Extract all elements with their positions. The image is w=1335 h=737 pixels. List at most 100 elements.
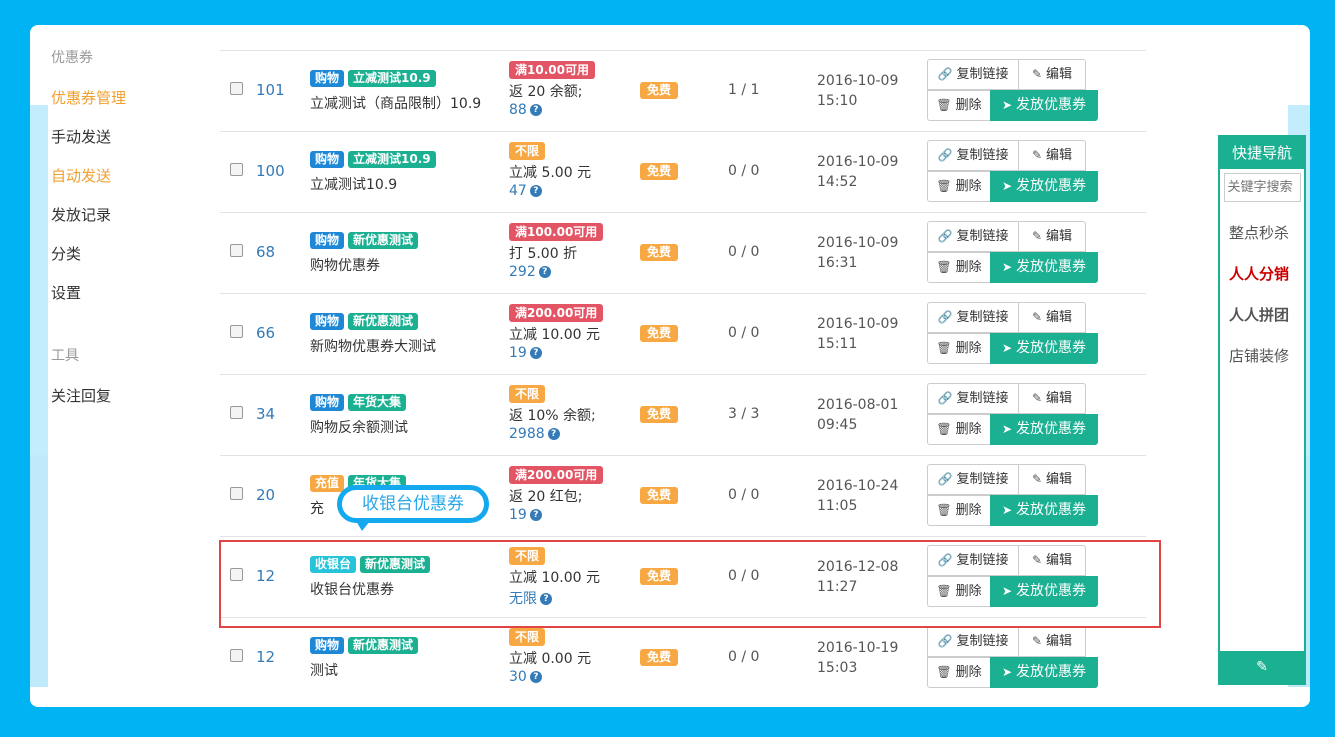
row-checkbox[interactable] (230, 325, 243, 338)
coupon-id[interactable]: 20 (256, 486, 275, 504)
link-icon: 🔗 (937, 634, 953, 648)
delete-button[interactable]: 🗑 删除 (927, 414, 991, 445)
coupon-name: 充 (310, 501, 324, 517)
coupon-tag: 购物 (310, 313, 345, 330)
coupon-remaining[interactable]: 88? (509, 102, 542, 118)
question-icon[interactable]: ? (529, 671, 542, 683)
edit-label: 编辑 (1046, 67, 1073, 82)
issue-coupon-button[interactable]: ➤ 发放优惠券 (990, 414, 1098, 445)
question-icon[interactable]: ? (547, 428, 560, 440)
row-checkbox[interactable] (230, 406, 243, 419)
callout-bubble: 收银台优惠券 (337, 485, 489, 523)
copy-link-label: 复制链接 (956, 472, 1009, 487)
coupon-created-at: 2016-10-19 15:03 (817, 638, 898, 678)
copy-link-button[interactable]: 🔗 复制链接 (927, 221, 1019, 252)
coupon-name: 购物反余额测试 (310, 420, 408, 436)
issue-coupon-button[interactable]: ➤ 发放优惠券 (990, 171, 1098, 202)
coupon-remaining[interactable]: 292? (509, 264, 551, 280)
coupon-remaining[interactable]: 30? (509, 669, 542, 685)
trash-icon: 🗑 (936, 260, 952, 274)
edit-button[interactable]: ✎ 编辑 (1018, 302, 1086, 333)
copy-link-button[interactable]: 🔗 复制链接 (927, 626, 1019, 657)
copy-link-button[interactable]: 🔗 复制链接 (927, 464, 1019, 495)
row-checkbox[interactable] (230, 649, 243, 662)
sidebar-item-category[interactable]: 分类 (51, 243, 81, 264)
quick-nav-item-flash-sale[interactable]: 整点秒杀 (1229, 222, 1304, 243)
sidebar-item-follow-reply[interactable]: 关注回复 (51, 385, 111, 406)
delete-button[interactable]: 🗑 删除 (927, 657, 991, 688)
coupon-id[interactable]: 12 (256, 648, 275, 666)
coupon-id[interactable]: 101 (256, 81, 285, 99)
delete-button[interactable]: 🗑 删除 (927, 90, 991, 121)
copy-link-button[interactable]: 🔗 复制链接 (927, 59, 1019, 90)
question-icon[interactable]: ? (538, 266, 551, 278)
copy-link-button[interactable]: 🔗 复制链接 (927, 140, 1019, 171)
coupon-id[interactable]: 68 (256, 243, 275, 261)
issue-coupon-button[interactable]: ➤ 发放优惠券 (990, 333, 1098, 364)
coupon-created-at: 2016-10-09 15:10 (817, 71, 898, 111)
copy-link-label: 复制链接 (956, 634, 1009, 649)
coupon-remaining[interactable]: 19? (509, 507, 542, 523)
created-date: 2016-10-24 (817, 478, 899, 494)
coupon-usage-count: 1 / 1 (728, 82, 760, 98)
quick-nav-item-shop-decor[interactable]: 店铺装修 (1229, 345, 1304, 366)
sidebar-item-settings[interactable]: 设置 (51, 282, 81, 303)
coupon-remaining[interactable]: 2988? (509, 426, 560, 442)
edit-button[interactable]: ✎ 编辑 (1018, 626, 1086, 657)
sidebar-section-coupons: 优惠券 (51, 50, 93, 66)
created-time: 16:31 (817, 255, 858, 271)
send-icon: ➤ (1001, 260, 1013, 274)
coupon-remaining[interactable]: 47? (509, 183, 542, 199)
issue-coupon-label: 发放优惠券 (1016, 259, 1087, 275)
delete-label: 删除 (955, 665, 982, 680)
coupon-cost-badge: 免费 (640, 406, 679, 423)
coupon-id[interactable]: 100 (256, 162, 285, 180)
quick-nav-item-distribution[interactable]: 人人分销 (1229, 263, 1304, 284)
edit-button[interactable]: ✎ 编辑 (1018, 140, 1086, 171)
copy-link-label: 复制链接 (956, 391, 1009, 406)
created-time: 15:03 (817, 660, 858, 676)
question-icon[interactable]: ? (529, 185, 542, 197)
issue-coupon-button[interactable]: ➤ 发放优惠券 (990, 657, 1098, 688)
question-icon[interactable]: ? (529, 509, 542, 521)
row-checkbox[interactable] (230, 244, 243, 257)
edit-button[interactable]: ✎ 编辑 (1018, 59, 1086, 90)
table-row: 12 购物 新优惠测试 测试 不限 立减 0.00 元 30? 免费 0 / 0 2016-10-… (220, 617, 1146, 698)
coupon-remaining[interactable]: 19? (509, 345, 542, 361)
delete-button[interactable]: 🗑 删除 (927, 495, 991, 526)
quick-nav-search-input[interactable] (1223, 173, 1301, 202)
copy-link-button[interactable]: 🔗 复制链接 (927, 302, 1019, 333)
row-checkbox[interactable] (230, 487, 243, 500)
coupon-benefit: 返 10% 余额; (509, 408, 596, 424)
coupon-id[interactable]: 34 (256, 405, 275, 423)
edit-button[interactable]: ✎ 编辑 (1018, 221, 1086, 252)
issue-coupon-button[interactable]: ➤ 发放优惠券 (990, 252, 1098, 283)
issue-coupon-label: 发放优惠券 (1016, 502, 1087, 518)
sidebar-item-issue-records[interactable]: 发放记录 (51, 204, 111, 225)
question-icon[interactable]: ? (529, 104, 542, 116)
delete-button[interactable]: 🗑 删除 (927, 252, 991, 283)
question-icon[interactable]: ? (529, 347, 542, 359)
sidebar-item-coupon-management[interactable]: 优惠券管理 (51, 87, 126, 108)
row-checkbox[interactable] (230, 82, 243, 95)
coupon-tags: 购物 新优惠测试 (310, 232, 422, 250)
quick-nav-item-group-buy[interactable]: 人人拼团 (1229, 304, 1304, 325)
edit-button[interactable]: ✎ 编辑 (1018, 464, 1086, 495)
issue-coupon-label: 发放优惠券 (1016, 97, 1087, 113)
copy-link-button[interactable]: 🔗 复制链接 (927, 383, 1019, 414)
sidebar-item-manual-send[interactable]: 手动发送 (51, 126, 111, 147)
delete-button[interactable]: 🗑 删除 (927, 171, 991, 202)
issue-coupon-button[interactable]: ➤ 发放优惠券 (990, 495, 1098, 526)
edit-label: 编辑 (1046, 472, 1073, 487)
edit-button[interactable]: ✎ 编辑 (1018, 383, 1086, 414)
coupon-created-at: 2016-10-09 15:11 (817, 314, 898, 354)
coupon-benefit: 返 20 余额; (509, 84, 583, 100)
row-checkbox[interactable] (230, 163, 243, 176)
sidebar-item-auto-send[interactable]: 自动发送 (51, 165, 111, 186)
table-row: 66 购物 新优惠测试 新购物优惠券大测试 满200.00可用 立减 10.00 元 19?… (220, 293, 1146, 374)
delete-button[interactable]: 🗑 删除 (927, 333, 991, 364)
issue-coupon-button[interactable]: ➤ 发放优惠券 (990, 90, 1098, 121)
coupon-condition-badge: 满100.00可用 (509, 223, 604, 241)
coupon-id[interactable]: 66 (256, 324, 275, 342)
quick-nav-edit-button[interactable]: ✎ (1220, 651, 1304, 683)
